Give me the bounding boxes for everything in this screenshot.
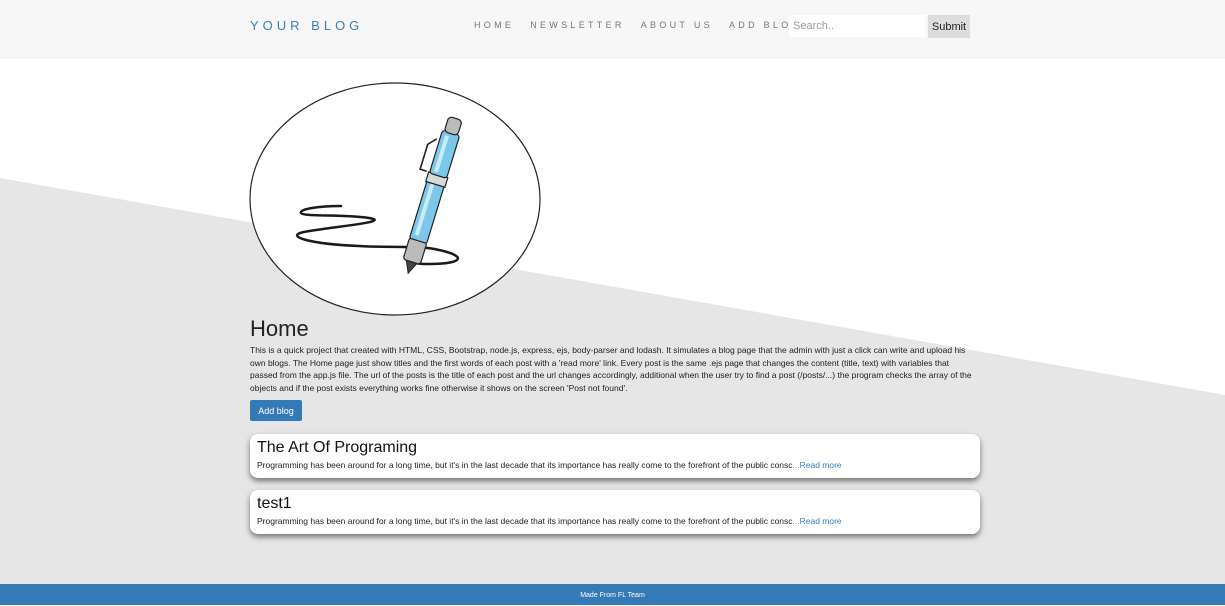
pen-writing-icon <box>249 82 541 316</box>
nav-links: HOME NEWSLETTER ABOUT US ADD BLOG <box>474 20 818 30</box>
nav-link-about-us[interactable]: ABOUT US <box>641 20 713 30</box>
page-description: This is a quick project that created wit… <box>250 345 972 393</box>
post-title: The Art Of Programing <box>257 439 418 456</box>
footer: Made From FL Team <box>0 584 1225 605</box>
footer-text: Made From FL Team <box>580 592 645 599</box>
nav-link-home[interactable]: HOME <box>474 20 514 30</box>
post-excerpt-text: Programming has been around for a long t… <box>257 516 793 526</box>
navbar: YOUR BLOG HOME NEWSLETTER ABOUT US ADD B… <box>0 0 1225 58</box>
post-excerpt: Programming has been around for a long t… <box>257 516 842 526</box>
post-card: test1 Programming has been around for a … <box>250 490 980 534</box>
brand-logo[interactable]: YOUR BLOG <box>250 18 363 33</box>
read-more-link[interactable]: ...Read more <box>793 460 842 470</box>
post-title: test1 <box>257 495 292 512</box>
post-excerpt: Programming has been around for a long t… <box>257 460 842 470</box>
nav-link-newsletter[interactable]: NEWSLETTER <box>530 20 625 30</box>
search-input[interactable] <box>789 15 925 37</box>
read-more-link[interactable]: ...Read more <box>793 516 842 526</box>
add-blog-button[interactable]: Add blog <box>250 400 302 421</box>
post-excerpt-text: Programming has been around for a long t… <box>257 460 793 470</box>
submit-button[interactable]: Submit <box>928 15 970 38</box>
post-card: The Art Of Programing Programming has be… <box>250 434 980 478</box>
page-title: Home <box>250 316 309 341</box>
